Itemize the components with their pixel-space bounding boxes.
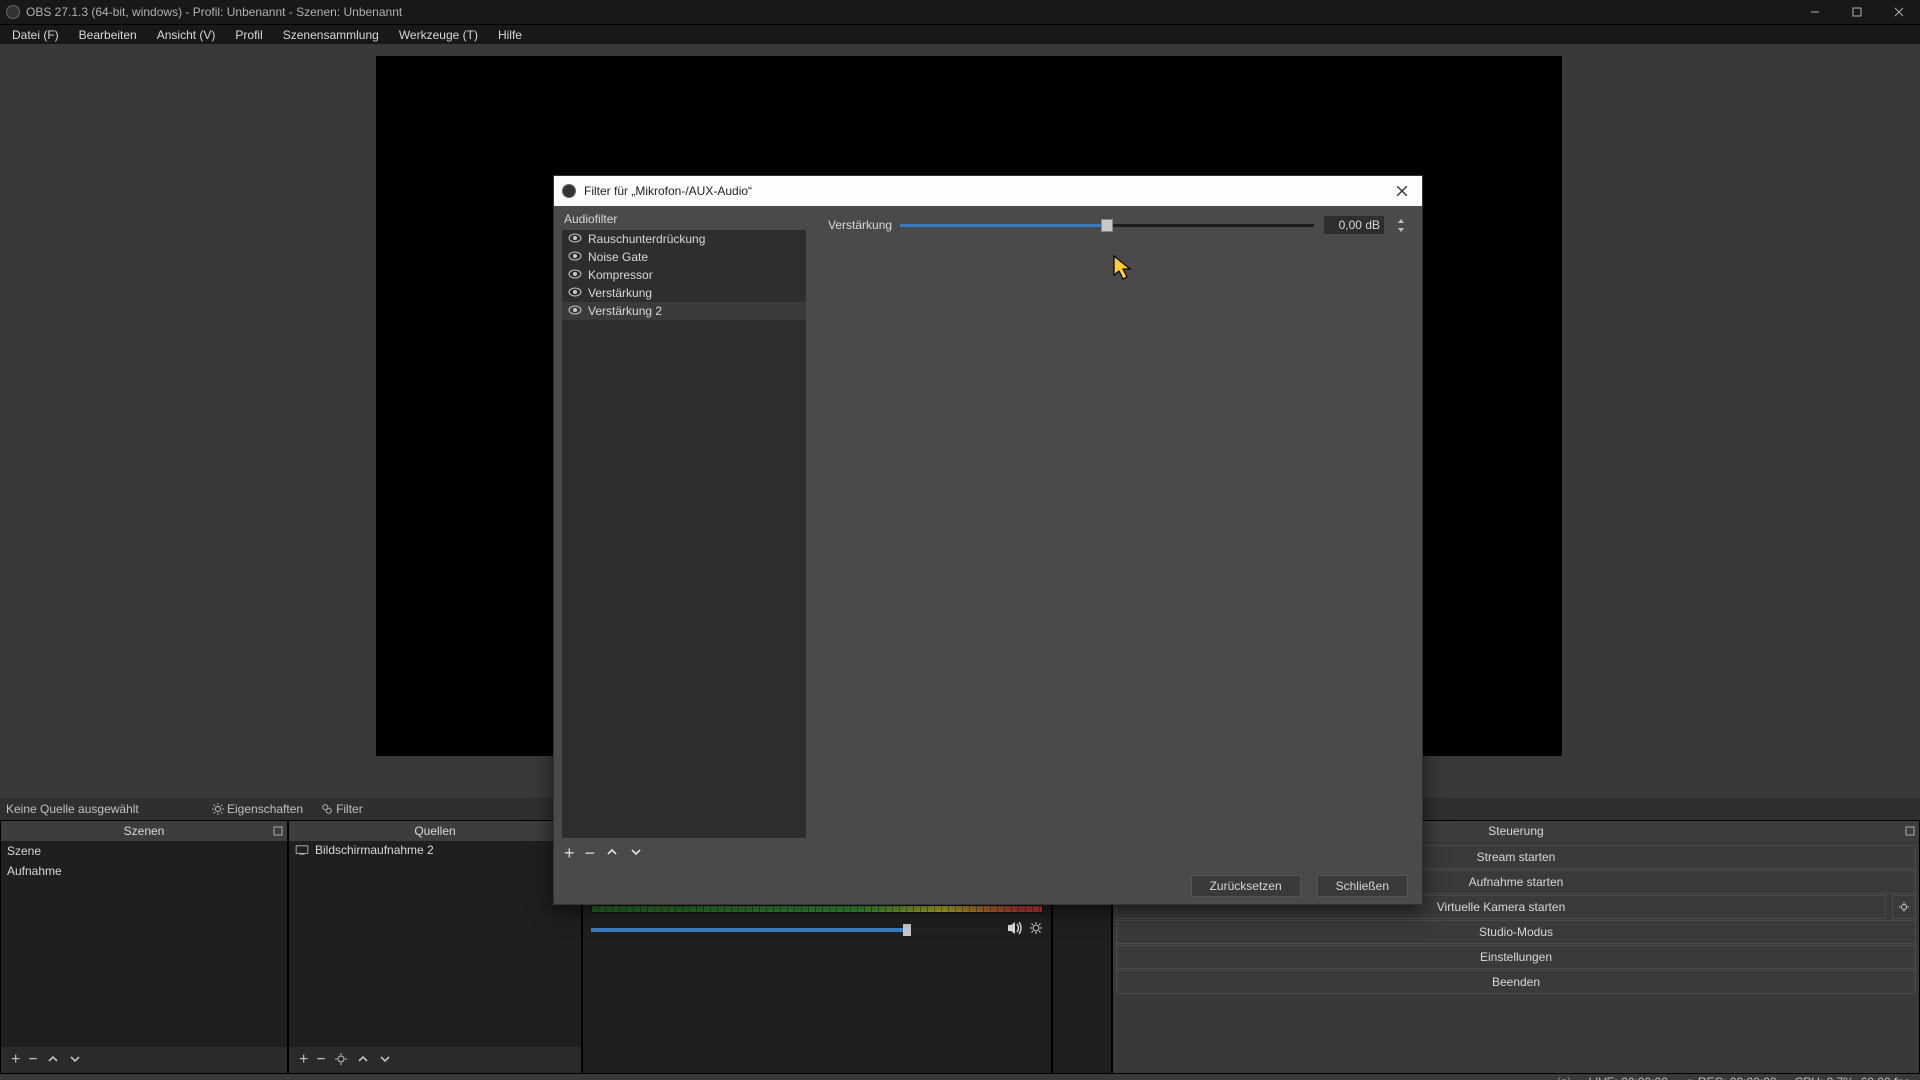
move-up-button[interactable]	[46, 1052, 60, 1069]
move-filter-up-button[interactable]	[605, 845, 619, 862]
add-filter-button[interactable]: +	[564, 843, 575, 864]
gear-icon	[212, 803, 224, 815]
filter-item[interactable]: Verstärkung	[562, 284, 806, 302]
menu-edit[interactable]: Bearbeiten	[69, 25, 147, 44]
gain-label: Verstärkung	[828, 218, 890, 232]
scene-item[interactable]: Aufnahme	[1, 861, 287, 881]
minimize-button[interactable]	[1794, 0, 1836, 24]
speaker-icon[interactable]	[1007, 921, 1023, 938]
menu-file[interactable]: Datei (F)	[2, 25, 69, 44]
eye-icon[interactable]	[568, 286, 582, 300]
filter-toolbar: + −	[554, 838, 814, 868]
gain-spinner	[1394, 216, 1408, 234]
filter-button[interactable]: Filter	[315, 801, 369, 817]
status-live: LIVE: 00:00:00	[1588, 1075, 1667, 1080]
eye-icon[interactable]	[568, 250, 582, 264]
filter-section-title: Audiofilter	[554, 206, 814, 230]
scenes-toolbar: + −	[1, 1047, 287, 1073]
filter-list[interactable]: Rauschunterdrückung Noise Gate Kompresso…	[562, 230, 806, 838]
eye-icon[interactable]	[568, 304, 582, 318]
gain-value-input[interactable]: 0,00 dB	[1324, 216, 1384, 234]
sources-toolbar: + −	[289, 1047, 581, 1073]
menu-help[interactable]: Hilfe	[488, 25, 532, 44]
filter-item[interactable]: Rauschunterdrückung	[562, 230, 806, 248]
window-controls	[1794, 0, 1920, 24]
menu-profile[interactable]: Profil	[225, 25, 272, 44]
studio-mode-button[interactable]: Studio-Modus	[1116, 920, 1916, 944]
detach-icon[interactable]	[273, 825, 283, 839]
filter-properties-pane: Verstärkung 0,00 dB	[814, 206, 1422, 868]
spin-up-button[interactable]	[1394, 216, 1408, 225]
menu-scene-collection[interactable]: Szenensammlung	[273, 25, 389, 44]
sources-dock: Quellen Bildschirmaufnahme 2 + −	[288, 820, 582, 1074]
remove-filter-button[interactable]: −	[585, 843, 596, 864]
spin-down-button[interactable]	[1394, 225, 1408, 234]
filter-icon	[321, 803, 333, 815]
scene-item[interactable]: Szene	[1, 841, 287, 861]
reset-button[interactable]: Zurücksetzen	[1191, 875, 1301, 897]
audio-settings-button[interactable]	[1029, 921, 1043, 938]
volume-slider[interactable]	[591, 928, 1001, 932]
gain-slider[interactable]	[900, 218, 1314, 232]
move-down-button[interactable]	[378, 1052, 392, 1069]
remove-scene-button[interactable]: −	[28, 1051, 37, 1069]
settings-button[interactable]: Einstellungen	[1116, 945, 1916, 969]
filter-item[interactable]: Kompressor	[562, 266, 806, 284]
status-rec: REC: 00:00:00	[1698, 1075, 1777, 1080]
scenes-dock: Szenen Szene Aufnahme + −	[0, 820, 288, 1074]
no-source-label: Keine Quelle ausgewählt	[6, 802, 139, 816]
source-item[interactable]: Bildschirmaufnahme 2	[289, 841, 581, 859]
app-icon	[562, 184, 576, 198]
display-capture-icon	[295, 845, 309, 855]
properties-button[interactable]: Eigenschaften	[206, 801, 309, 817]
vcam-settings-button[interactable]	[1892, 895, 1916, 919]
dialog-titlebar[interactable]: Filter für „Mikrofon-/AUX-Audio“	[554, 176, 1422, 206]
audio-meter	[591, 905, 1043, 913]
close-button[interactable]	[1878, 0, 1920, 24]
sources-header: Quellen	[289, 821, 581, 841]
move-up-button[interactable]	[356, 1052, 370, 1069]
scenes-header: Szenen	[1, 821, 287, 841]
move-down-button[interactable]	[68, 1052, 82, 1069]
filters-dialog: Filter für „Mikrofon-/AUX-Audio“ Audiofi…	[553, 175, 1423, 905]
add-scene-button[interactable]: +	[11, 1051, 20, 1069]
add-source-button[interactable]: +	[299, 1051, 308, 1069]
filter-sidebar: Audiofilter Rauschunterdrückung Noise Ga…	[554, 206, 814, 868]
app-icon	[6, 5, 20, 19]
close-dialog-button[interactable]: Schließen	[1317, 875, 1408, 897]
status-cpu: CPU: 0.7%, 60.00 fps	[1795, 1075, 1910, 1080]
eye-icon[interactable]	[568, 268, 582, 282]
sources-list[interactable]: Bildschirmaufnahme 2	[289, 841, 581, 1047]
filter-item[interactable]: Verstärkung 2	[562, 302, 806, 320]
eye-icon[interactable]	[568, 232, 582, 246]
dialog-footer: Zurücksetzen Schließen	[554, 868, 1422, 904]
dialog-title: Filter für „Mikrofon-/AUX-Audio“	[584, 184, 752, 198]
window-titlebar: OBS 27.1.3 (64-bit, windows) - Profil: U…	[0, 0, 1920, 24]
statusbar: LIVE: 00:00:00 REC: 00:00:00 CPU: 0.7%, …	[0, 1074, 1920, 1080]
exit-button[interactable]: Beenden	[1116, 970, 1916, 994]
dialog-close-button[interactable]	[1382, 176, 1422, 206]
broadcast-icon	[1558, 1075, 1570, 1080]
scenes-list[interactable]: Szene Aufnahme	[1, 841, 287, 1047]
filter-item[interactable]: Noise Gate	[562, 248, 806, 266]
menu-tools[interactable]: Werkzeuge (T)	[389, 25, 488, 44]
maximize-button[interactable]	[1836, 0, 1878, 24]
remove-source-button[interactable]: −	[316, 1051, 325, 1069]
move-filter-down-button[interactable]	[629, 845, 643, 862]
menu-view[interactable]: Ansicht (V)	[147, 25, 226, 44]
window-title: OBS 27.1.3 (64-bit, windows) - Profil: U…	[26, 5, 402, 19]
menubar: Datei (F) Bearbeiten Ansicht (V) Profil …	[0, 24, 1920, 44]
detach-icon[interactable]	[1905, 825, 1915, 839]
source-properties-button[interactable]	[334, 1052, 348, 1069]
